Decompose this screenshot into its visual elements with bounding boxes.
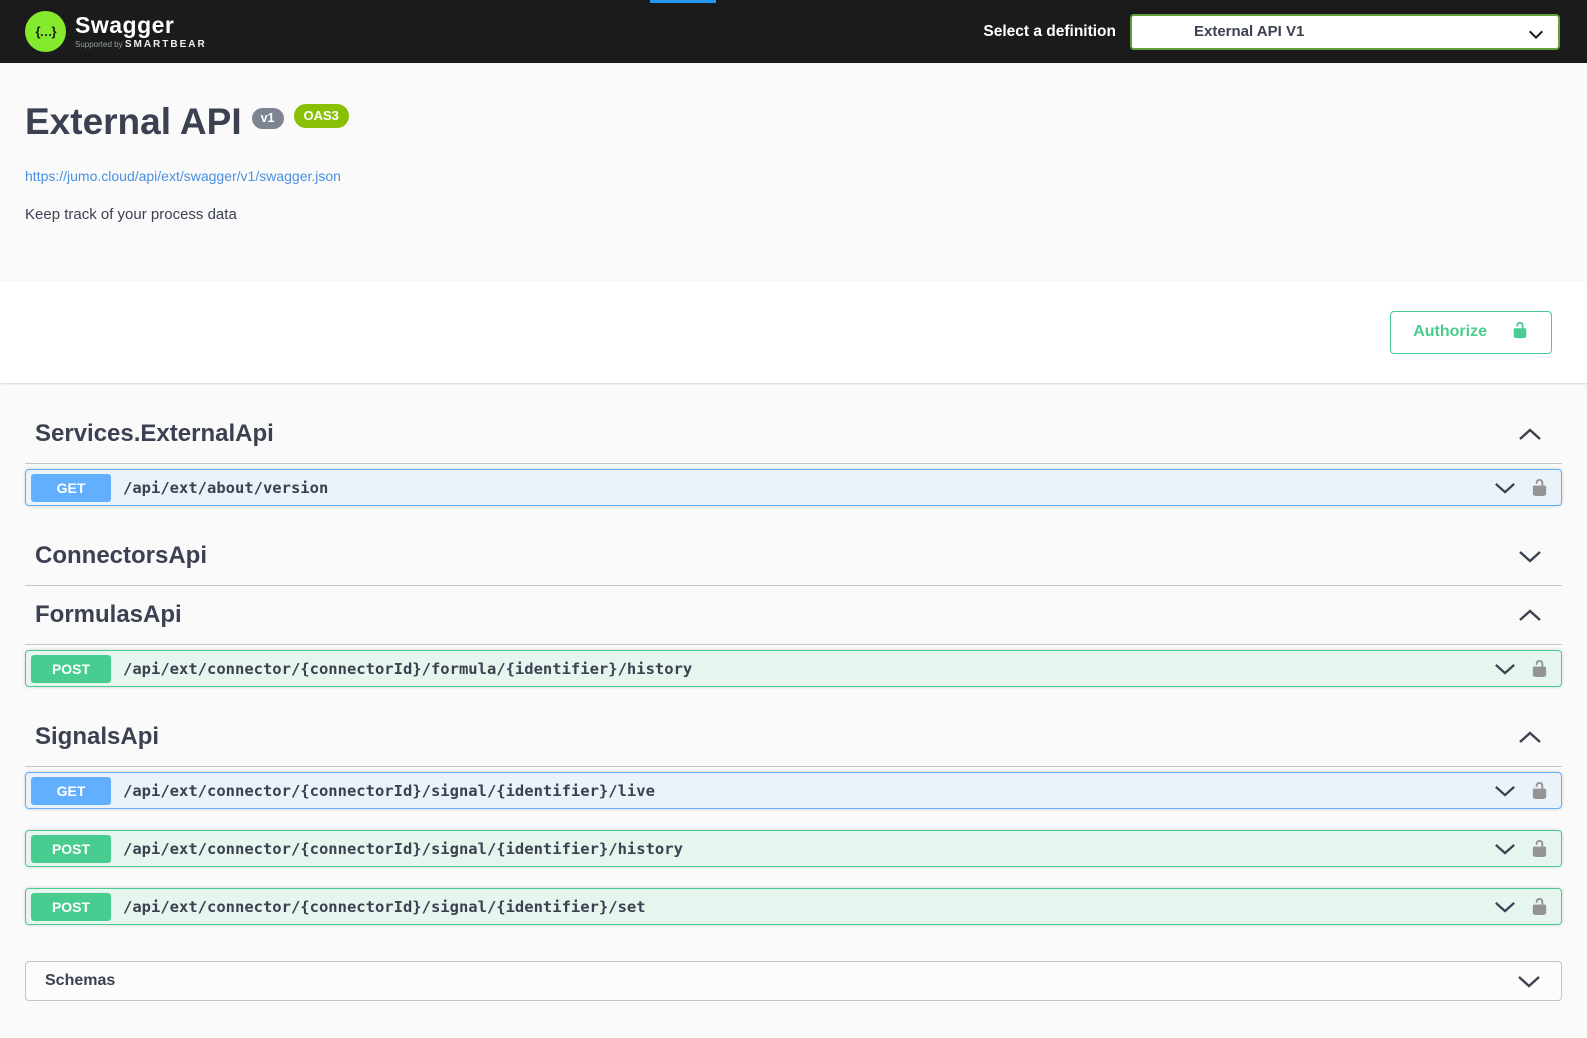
- chevron-down-icon[interactable]: [1494, 843, 1516, 855]
- unlock-icon: [1511, 321, 1529, 344]
- method-badge: GET: [31, 777, 111, 805]
- operation-path: /api/ext/connector/{connectorId}/signal/…: [123, 782, 1494, 800]
- method-badge: POST: [31, 893, 111, 921]
- section-expand-icon[interactable]: [1518, 550, 1542, 563]
- auth-lock-icon[interactable]: [1530, 781, 1549, 800]
- method-badge: POST: [31, 835, 111, 863]
- method-badge: POST: [31, 655, 111, 683]
- chevron-down-icon[interactable]: [1494, 901, 1516, 913]
- operation-row[interactable]: GET /api/ext/about/version: [25, 469, 1562, 506]
- auth-lock-icon[interactable]: [1530, 659, 1549, 678]
- supported-by-text: Supported by: [75, 40, 123, 49]
- api-tag-section: Services.ExternalApi GET /api/ext/about/…: [25, 405, 1562, 506]
- section-expand-icon[interactable]: [1518, 609, 1542, 622]
- swagger-logo-title: Swagger: [75, 14, 207, 37]
- auth-lock-icon[interactable]: [1530, 897, 1549, 916]
- swagger-logo: {…} Swagger Supported by SMARTBEAR: [25, 11, 207, 52]
- operation-controls: [1494, 839, 1549, 858]
- method-badge: GET: [31, 474, 111, 502]
- scheme-container: Authorize: [0, 281, 1587, 383]
- operation-row[interactable]: POST /api/ext/connector/{connectorId}/si…: [25, 830, 1562, 867]
- operation-path: /api/ext/connector/{connectorId}/signal/…: [123, 840, 1494, 858]
- section-operations: GET /api/ext/connector/{connectorId}/sig…: [25, 767, 1562, 925]
- authorize-button[interactable]: Authorize: [1390, 311, 1552, 354]
- operation-row[interactable]: POST /api/ext/connector/{connectorId}/si…: [25, 888, 1562, 925]
- spec-url-link[interactable]: https://jumo.cloud/api/ext/swagger/v1/sw…: [25, 168, 341, 184]
- schemas-section-header[interactable]: Schemas: [25, 961, 1562, 1001]
- section-expand-icon[interactable]: [1518, 428, 1542, 441]
- definition-select-value: External API V1: [1194, 23, 1304, 40]
- chevron-down-icon[interactable]: [1494, 482, 1516, 494]
- auth-lock-icon[interactable]: [1530, 839, 1549, 858]
- swagger-logo-icon: {…}: [25, 11, 66, 52]
- chevron-down-icon[interactable]: [1494, 785, 1516, 797]
- chevron-down-icon: [1527, 27, 1545, 41]
- browser-progress-bar: [650, 0, 716, 3]
- chevron-down-icon[interactable]: [1517, 975, 1541, 988]
- authorize-button-label: Authorize: [1413, 323, 1487, 341]
- api-description: Keep track of your process data: [25, 206, 1562, 223]
- operation-controls: [1494, 781, 1549, 800]
- section-expand-icon[interactable]: [1518, 731, 1542, 744]
- api-tag-section: ConnectorsApi: [25, 527, 1562, 586]
- operation-controls: [1494, 478, 1549, 497]
- operation-path: /api/ext/connector/{connectorId}/signal/…: [123, 898, 1494, 916]
- section-header[interactable]: SignalsApi: [25, 708, 1562, 767]
- section-header[interactable]: FormulasApi: [25, 586, 1562, 645]
- section-title: ConnectorsApi: [35, 539, 207, 573]
- section-title: FormulasApi: [35, 598, 182, 632]
- swagger-logo-subtitle: Supported by SMARTBEAR: [75, 40, 207, 50]
- topbar: {…} Swagger Supported by SMARTBEAR Selec…: [0, 0, 1587, 63]
- oas3-badge: OAS3: [294, 104, 349, 128]
- operation-row[interactable]: GET /api/ext/connector/{connectorId}/sig…: [25, 772, 1562, 809]
- section-header[interactable]: ConnectorsApi: [25, 527, 1562, 586]
- operation-controls: [1494, 897, 1549, 916]
- operation-path: /api/ext/about/version: [123, 479, 1494, 497]
- page-title: External API: [25, 101, 242, 144]
- section-title: SignalsApi: [35, 720, 159, 754]
- schemas-title: Schemas: [45, 972, 115, 990]
- operation-row[interactable]: POST /api/ext/connector/{connectorId}/fo…: [25, 650, 1562, 687]
- api-tag-section: FormulasApi POST /api/ext/connector/{con…: [25, 586, 1562, 687]
- operation-controls: [1494, 659, 1549, 678]
- section-title: Services.ExternalApi: [35, 417, 274, 451]
- api-sections: Services.ExternalApi GET /api/ext/about/…: [0, 383, 1587, 925]
- title-row: External API v1 OAS3: [25, 101, 1562, 144]
- section-operations: GET /api/ext/about/version: [25, 464, 1562, 506]
- definition-select[interactable]: External API V1: [1130, 14, 1560, 50]
- section-header[interactable]: Services.ExternalApi: [25, 405, 1562, 464]
- definition-selector-group: Select a definition External API V1: [983, 14, 1560, 50]
- smartbear-brand: SMARTBEAR: [125, 39, 207, 50]
- select-definition-label: Select a definition: [983, 23, 1116, 41]
- version-badge: v1: [252, 108, 284, 129]
- api-tag-section: SignalsApi GET /api/ext/connector/{conne…: [25, 708, 1562, 925]
- chevron-down-icon[interactable]: [1494, 663, 1516, 675]
- operation-path: /api/ext/connector/{connectorId}/formula…: [123, 660, 1494, 678]
- swagger-logo-text-wrap: Swagger Supported by SMARTBEAR: [75, 14, 207, 50]
- section-operations: POST /api/ext/connector/{connectorId}/fo…: [25, 645, 1562, 687]
- info-section: External API v1 OAS3 https://jumo.cloud/…: [0, 63, 1587, 281]
- auth-lock-icon[interactable]: [1530, 478, 1549, 497]
